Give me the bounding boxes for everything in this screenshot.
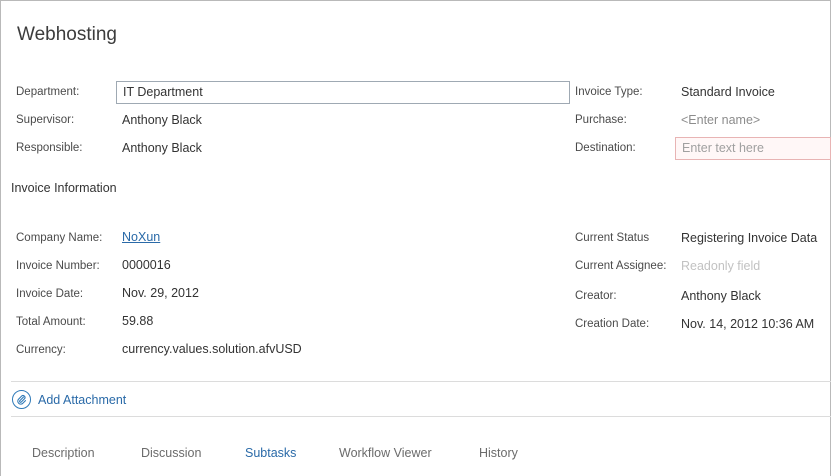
invoice-information-heading: Invoice Information [11, 181, 117, 195]
tab-subtasks[interactable]: Subtasks [245, 446, 296, 460]
creation-date-value: Nov. 14, 2012 10:36 AM [681, 317, 815, 331]
supervisor-value: Anthony Black [122, 113, 202, 127]
department-field[interactable]: IT Department [116, 81, 570, 104]
company-name-link[interactable]: NoXun [122, 230, 160, 244]
invoice-type-label: Invoice Type: [575, 86, 643, 98]
invoice-number-label: Invoice Number: [16, 260, 100, 272]
divider [11, 381, 831, 382]
invoice-number-value: 0000016 [122, 258, 171, 272]
purchase-field[interactable]: <Enter name> [681, 113, 760, 127]
creation-date-label: Creation Date: [575, 318, 650, 330]
add-attachment-label: Add Attachment [38, 392, 127, 407]
invoice-date-label: Invoice Date: [16, 288, 84, 300]
purchase-label: Purchase: [575, 114, 627, 126]
tab-description[interactable]: Description [32, 446, 95, 460]
currency-value: currency.values.solution.afvUSD [122, 342, 302, 356]
destination-label: Destination: [575, 142, 636, 154]
tab-history[interactable]: History [479, 446, 518, 460]
responsible-label: Responsible: [16, 142, 83, 154]
add-attachment-button[interactable]: Add Attachment [12, 390, 126, 409]
responsible-value: Anthony Black [122, 141, 202, 155]
invoice-type-value: Standard Invoice [681, 85, 775, 99]
tab-workflow-viewer[interactable]: Workflow Viewer [339, 446, 432, 460]
invoice-date-value: Nov. 29, 2012 [122, 286, 199, 300]
total-amount-label: Total Amount: [16, 316, 86, 328]
creator-label: Creator: [575, 290, 617, 302]
current-assignee-value: Readonly field [681, 259, 761, 273]
destination-field[interactable]: Enter text here [675, 137, 831, 160]
total-amount-value: 59.88 [122, 314, 154, 328]
divider [11, 416, 831, 417]
currency-label: Currency: [16, 344, 66, 356]
company-name-label: Company Name: [16, 232, 103, 244]
attachment-icon [12, 390, 31, 409]
paperclip-icon [17, 394, 27, 405]
tab-bar: Description Discussion Subtasks Workflow… [0, 446, 831, 466]
supervisor-label: Supervisor: [16, 114, 75, 126]
department-label: Department: [16, 86, 80, 98]
tab-discussion[interactable]: Discussion [141, 446, 201, 460]
page-title: Webhosting [17, 24, 117, 45]
current-assignee-label: Current Assignee: [575, 260, 667, 272]
current-status-label: Current Status [575, 232, 650, 244]
current-status-value: Registering Invoice Data [681, 231, 818, 245]
creator-value: Anthony Black [681, 289, 761, 303]
